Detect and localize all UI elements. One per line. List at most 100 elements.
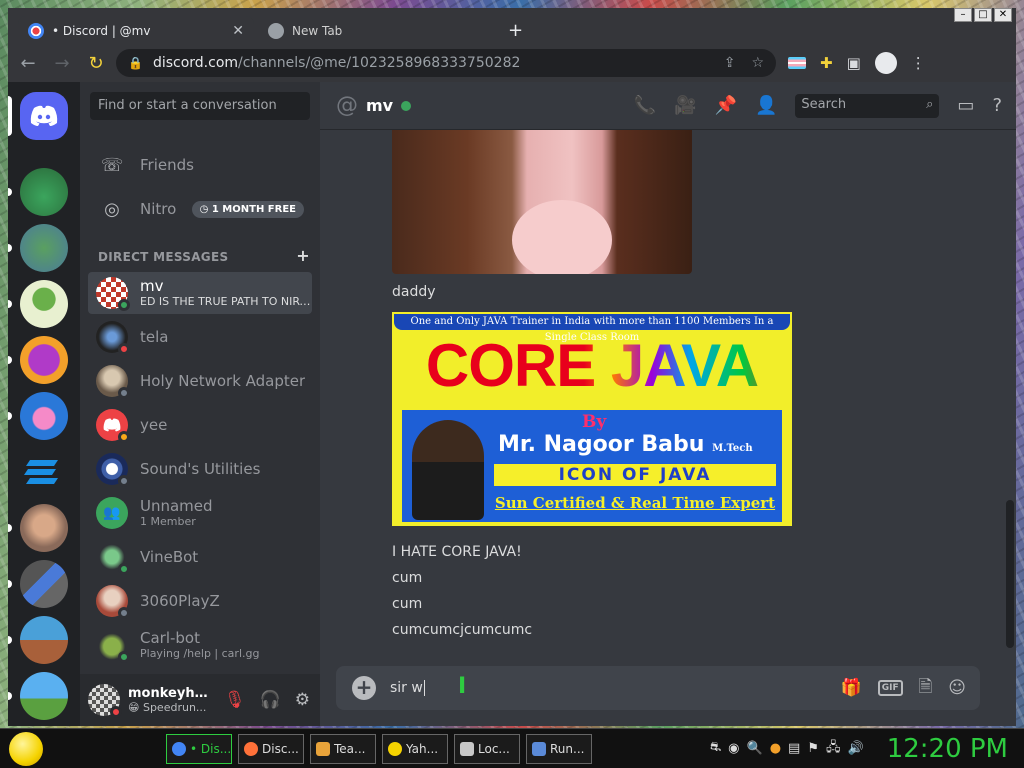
tray-app-icon[interactable]: ⛐: [710, 740, 721, 757]
chat-header: @ mv 📞 🎥 📌 👤 Search ⌕ ▭ ?: [320, 82, 1016, 130]
headphones-icon[interactable]: 🎧: [260, 690, 281, 710]
unread-pill: [8, 300, 12, 308]
user-avatar[interactable]: [88, 684, 122, 718]
dm-name: Unnamed: [140, 497, 213, 515]
friends-button[interactable]: ☏ Friends: [88, 144, 312, 186]
server-icon[interactable]: [8, 224, 68, 272]
dm-item-vinebot[interactable]: VineBot: [88, 536, 312, 578]
username: monkeyhal...: [128, 686, 212, 701]
avatar: [96, 277, 130, 311]
chrome-favicon-icon: [268, 23, 284, 39]
dm-item-3060playz[interactable]: 3060PlayZ: [88, 580, 312, 622]
nitro-button[interactable]: ◎ Nitro ◷ 1 MONTH FREE: [88, 188, 312, 230]
inbox-icon[interactable]: ▭: [957, 95, 974, 116]
trans-flag-extension-icon[interactable]: [788, 57, 806, 69]
server-icon[interactable]: [8, 168, 68, 216]
help-icon[interactable]: ?: [992, 95, 1002, 116]
nitro-icon: ◎: [104, 198, 120, 220]
chat-scrollbar[interactable]: [1006, 500, 1014, 648]
profile-avatar-icon[interactable]: [874, 52, 897, 74]
clock[interactable]: 12:20 PM: [887, 734, 1008, 764]
pinned-messages-icon[interactable]: 📌: [715, 95, 737, 116]
message-composer[interactable]: + sir w I 🎁 GIF 🗎 ☺: [336, 666, 980, 710]
user-settings-gear-icon[interactable]: ⚙: [295, 690, 310, 710]
message-text: daddy: [392, 284, 436, 300]
image-attachment-core-java[interactable]: One and Only JAVA Trainer in India with …: [392, 312, 792, 526]
url-path: /channels/@me/1023258968333750282: [238, 55, 521, 71]
find-conversation-button[interactable]: Find or start a conversation: [90, 92, 310, 120]
search-input[interactable]: Search ⌕: [795, 93, 940, 118]
side-panel-icon[interactable]: ▣: [847, 54, 861, 72]
taskbar-item-chrome-discord[interactable]: • Dis...: [166, 733, 232, 764]
server-icon[interactable]: [8, 280, 68, 328]
url-host: discord.com: [152, 55, 239, 71]
discord-logo-icon: [30, 105, 58, 126]
emoji-icon[interactable]: ☺: [948, 678, 966, 698]
server-icon[interactable]: [8, 672, 68, 720]
discord-favicon-icon: [28, 23, 44, 39]
unread-pill: [8, 412, 12, 420]
taskbar-item-teams[interactable]: Tea...: [310, 733, 376, 764]
browser-window: – □ ✕ • Discord | @mv ✕ New Tab + ← → ↻ …: [8, 8, 1016, 726]
server-icon[interactable]: [8, 336, 68, 384]
sticker-icon[interactable]: 🗎: [919, 674, 933, 703]
voice-call-icon[interactable]: 📞: [634, 95, 656, 116]
gift-icon[interactable]: 🎁: [841, 678, 862, 698]
unread-pill: [8, 188, 12, 196]
image-attachment[interactable]: [392, 130, 692, 274]
server-icon[interactable]: [8, 616, 68, 664]
back-button[interactable]: ←: [14, 53, 42, 74]
taskbar-item-firefox-discord[interactable]: Disc...: [238, 733, 304, 764]
channel-name: mv: [366, 96, 394, 115]
dm-name: tela: [140, 328, 169, 346]
forward-button[interactable]: →: [48, 53, 76, 74]
server-icon[interactable]: [8, 392, 68, 440]
upload-plus-icon[interactable]: +: [352, 676, 376, 700]
mute-microphone-icon[interactable]: 🎙: [224, 690, 246, 710]
dm-sidebar: Find or start a conversation ☏ Friends ◎…: [80, 82, 320, 726]
start-button[interactable]: [6, 729, 46, 768]
java-title-text: CORE JAVA: [394, 330, 790, 402]
dm-item-unnamed-group[interactable]: 👥 Unnamed 1 Member: [88, 492, 312, 534]
ibeam-cursor-icon: I: [458, 674, 467, 699]
system-tray: ⛐ ◉ 🔍 ● ▤ ⚑ 🖧 🔊 12:20 PM: [710, 734, 1008, 764]
tray-orange-icon[interactable]: ●: [770, 741, 781, 756]
taskbar-item-local[interactable]: Loc...: [454, 733, 520, 764]
address-bar[interactable]: 🔒 discord.com/channels/@me/1023258968333…: [116, 49, 776, 77]
tray-app-icon[interactable]: ▤: [788, 741, 800, 756]
group-people-icon: 👥: [103, 505, 121, 521]
bookmark-star-icon[interactable]: ☆: [751, 55, 764, 71]
dm-item-yee[interactable]: yee: [88, 404, 312, 446]
tab-close-icon[interactable]: ✕: [232, 23, 244, 39]
share-icon[interactable]: ⇪: [724, 55, 736, 71]
dm-item-mv[interactable]: mv ED IS THE TRUE PATH TO NIRVANA: [88, 272, 312, 314]
steam-icon[interactable]: ◉: [728, 741, 739, 756]
tab-discord[interactable]: • Discord | @mv ✕: [18, 16, 254, 46]
tab-new-tab[interactable]: New Tab: [258, 16, 488, 46]
taskbar-item-yahoo[interactable]: Yah...: [382, 733, 448, 764]
volume-icon[interactable]: 🔊: [848, 741, 864, 756]
magnifier-icon[interactable]: 🔍: [747, 741, 763, 756]
unread-pill: [8, 692, 12, 700]
dm-item-tela[interactable]: tela: [88, 316, 312, 358]
dm-item-holy-network-adapter[interactable]: Holy Network Adapter: [88, 360, 312, 402]
unread-pill: [8, 356, 12, 364]
video-call-icon[interactable]: 🎥: [674, 95, 696, 116]
action-center-flag-icon[interactable]: ⚑: [807, 741, 819, 756]
taskbar-item-run[interactable]: Run...: [526, 733, 592, 764]
dm-item-sounds-utilities[interactable]: Sound's Utilities: [88, 448, 312, 490]
new-tab-button[interactable]: +: [508, 20, 523, 41]
add-friends-to-dm-icon[interactable]: 👤: [755, 95, 777, 116]
reload-button[interactable]: ↻: [82, 53, 110, 74]
home-button[interactable]: [8, 92, 68, 140]
message-text: cumcumcjcumcumc: [392, 622, 533, 638]
server-icon[interactable]: [8, 504, 68, 552]
extensions-puzzle-icon[interactable]: ✚: [820, 54, 833, 72]
server-icon[interactable]: [20, 448, 68, 496]
gif-button[interactable]: GIF: [877, 680, 903, 696]
network-icon[interactable]: 🖧: [826, 738, 841, 760]
menu-kebab-icon[interactable]: ⋮: [911, 54, 926, 72]
create-dm-plus-icon[interactable]: +: [296, 248, 310, 264]
dm-item-carl-bot[interactable]: Carl-bot Playing /help | carl.gg: [88, 624, 312, 666]
server-icon[interactable]: [8, 560, 68, 608]
